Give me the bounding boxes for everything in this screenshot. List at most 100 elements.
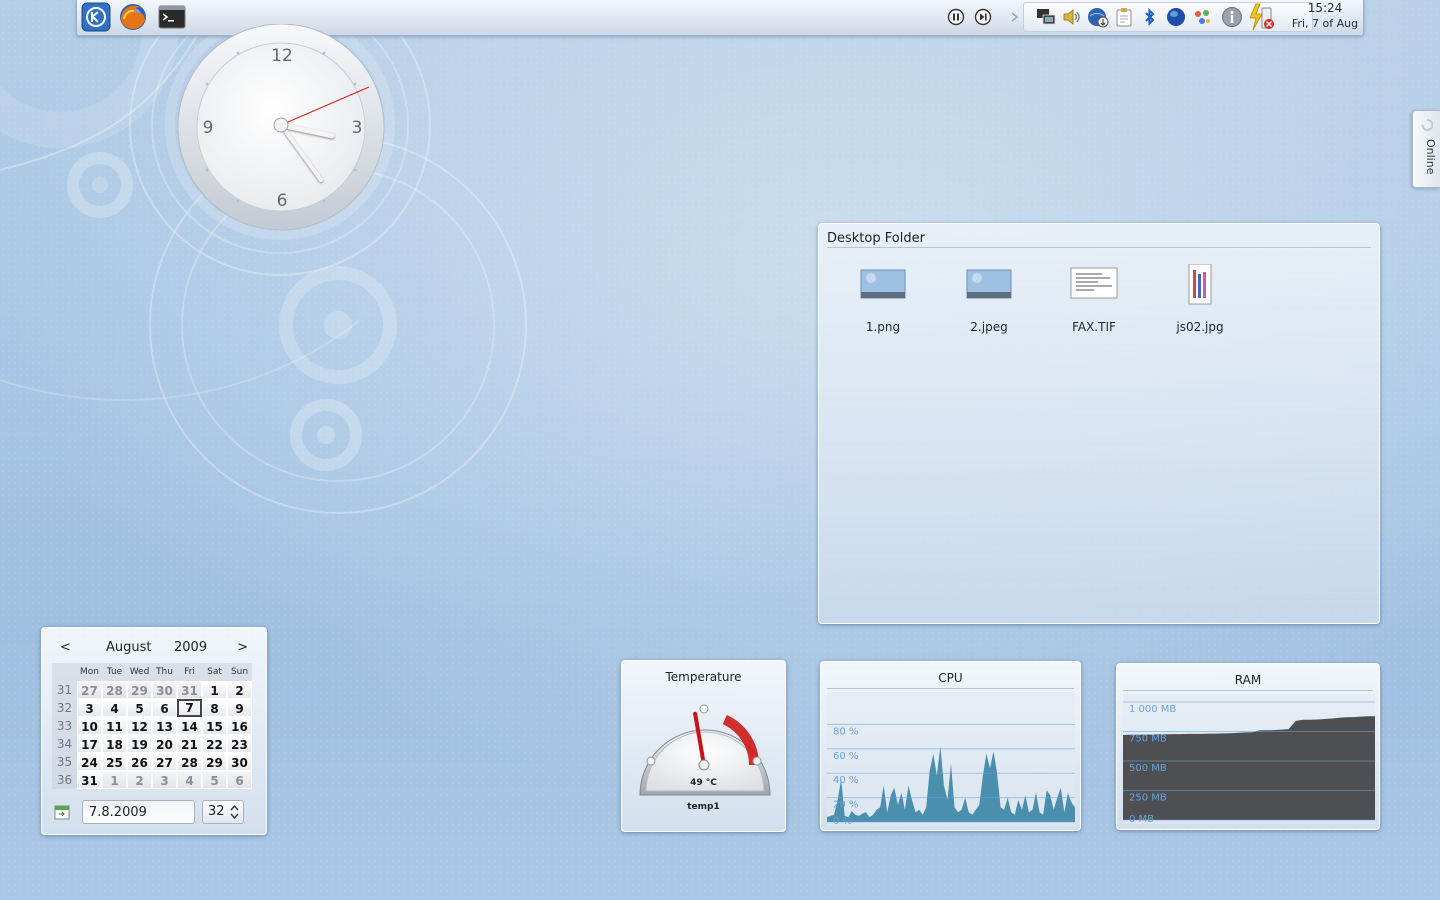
calendar-day[interactable]: 28	[102, 681, 127, 699]
panel-clock-date[interactable]: Fri, 7 of Aug	[1283, 17, 1367, 30]
cpu-title: CPU	[938, 671, 963, 685]
folder-divider	[827, 247, 1371, 248]
refresh-icon	[1421, 119, 1433, 131]
calendar-day[interactable]: 25	[102, 753, 127, 771]
calendar-month[interactable]: August	[106, 640, 152, 655]
calendar-day[interactable]: 30	[227, 753, 252, 771]
cpu-monitor-widget[interactable]: CPU 80 % 60 % 40 % 20 % 0 %	[820, 661, 1081, 831]
calendar-day[interactable]: 27	[77, 681, 102, 699]
weekday-header: Wed	[127, 663, 152, 681]
tray-expand-icon[interactable]	[1010, 10, 1020, 24]
graph-axis-label: 250 MB	[1129, 793, 1167, 804]
prev-month-button[interactable]: <	[60, 640, 71, 655]
panel-clock-time[interactable]: 15:24	[1289, 1, 1361, 15]
calendar-day[interactable]: 6	[152, 699, 177, 717]
calendar-day[interactable]: 22	[202, 735, 227, 753]
ram-monitor-widget[interactable]: RAM 1 000 MB 750 MB 500 MB 250 MB 0 MB	[1116, 663, 1380, 830]
calendar-day[interactable]: 21	[177, 735, 202, 753]
next-track-icon[interactable]	[974, 8, 992, 26]
file-item[interactable]: js02.jpg	[1160, 263, 1240, 334]
calendar-day[interactable]: 5	[202, 771, 227, 789]
calendar-day[interactable]: 13	[152, 717, 177, 735]
calendar-day[interactable]: 6	[227, 771, 252, 789]
calendar-widget[interactable]: < August 2009 > Mon Tue Wed Thu Fri Sat Sun 31 2…	[41, 627, 267, 835]
clock-numeral-3: 3	[352, 118, 363, 138]
calendar-day[interactable]: 1	[202, 681, 227, 699]
battery-power-icon[interactable]	[1247, 2, 1275, 32]
globe-icon[interactable]	[1165, 6, 1187, 28]
info-icon[interactable]	[1221, 6, 1243, 28]
clipboard-icon[interactable]	[1113, 6, 1135, 28]
color-dots-icon[interactable]	[1191, 6, 1213, 28]
temperature-monitor-widget[interactable]: Temperature 49 °C temp1	[621, 660, 786, 832]
desktop-folder-widget[interactable]: Desktop Folder 1.png 2.jpeg FAX.TIF js02…	[818, 223, 1380, 624]
file-item[interactable]: FAX.TIF	[1054, 264, 1134, 334]
week-number-spinbox[interactable]: 32	[202, 800, 244, 824]
calendar-day[interactable]: 29	[202, 753, 227, 771]
date-input[interactable]	[82, 800, 195, 824]
calendar-day[interactable]: 28	[177, 753, 202, 771]
calendar-day[interactable]: 24	[77, 753, 102, 771]
online-panel-tab[interactable]: Online	[1412, 110, 1440, 188]
calendar-grid: Mon Tue Wed Thu Fri Sat Sun 31 27 28 29 30 31 1 2 32 3 4 5…	[52, 663, 253, 789]
bluetooth-icon[interactable]	[1139, 6, 1161, 28]
calendar-day[interactable]: 18	[102, 735, 127, 753]
calendar-day[interactable]: 9	[227, 699, 252, 717]
graph-axis-label: 40 %	[833, 775, 858, 786]
graph-axis-label: 0 %	[833, 816, 852, 826]
cpu-title-divider	[827, 688, 1074, 689]
calendar-day[interactable]: 1	[102, 771, 127, 789]
network-icon[interactable]	[1035, 6, 1057, 28]
calendar-day[interactable]: 4	[177, 771, 202, 789]
folder-title: Desktop Folder	[827, 231, 925, 246]
globe-download-icon[interactable]	[1087, 6, 1109, 28]
calendar-day[interactable]: 12	[127, 717, 152, 735]
file-name: 1.png	[865, 320, 901, 334]
calendar-day[interactable]: 30	[152, 681, 177, 699]
graph-axis-label: 20 %	[833, 800, 858, 811]
calendar-day[interactable]: 31	[77, 771, 102, 789]
calendar-day[interactable]: 16	[227, 717, 252, 735]
graph-axis-label: 1 000 MB	[1129, 704, 1176, 715]
pause-icon[interactable]	[947, 8, 965, 26]
calendar-day[interactable]: 5	[127, 699, 152, 717]
calendar-day[interactable]: 19	[127, 735, 152, 753]
calendar-day[interactable]: 17	[77, 735, 102, 753]
volume-icon[interactable]	[1061, 6, 1083, 28]
calendar-day[interactable]: 2	[227, 681, 252, 699]
calendar-day[interactable]: 14	[177, 717, 202, 735]
kde-menu-icon[interactable]	[81, 2, 111, 32]
file-item[interactable]: 1.png	[843, 264, 923, 334]
graph-axis-label: 60 %	[833, 751, 858, 762]
calendar-day[interactable]: 10	[77, 717, 102, 735]
week-number-value: 32	[208, 804, 225, 819]
calendar-day[interactable]: 31	[177, 681, 202, 699]
firefox-icon[interactable]	[118, 2, 148, 32]
calendar-day[interactable]: 15	[202, 717, 227, 735]
calendar-today-icon[interactable]	[54, 804, 70, 820]
ram-title-divider	[1123, 690, 1373, 691]
calendar-day[interactable]: 8	[202, 699, 227, 717]
calendar-day[interactable]: 23	[227, 735, 252, 753]
image-thumbnail-icon	[843, 264, 923, 312]
calendar-day[interactable]: 26	[127, 753, 152, 771]
analog-clock-widget[interactable]: 12 3 6 9	[176, 24, 386, 234]
online-tab-label: Online	[1424, 139, 1437, 175]
spin-arrows-icon[interactable]	[230, 804, 239, 820]
calendar-day[interactable]: 7	[177, 699, 202, 717]
ram-usage-graph: 1 000 MB 750 MB 500 MB 250 MB 0 MB	[1123, 694, 1375, 824]
calendar-day[interactable]: 29	[127, 681, 152, 699]
week-number: 33	[52, 717, 77, 735]
calendar-day[interactable]: 3	[77, 699, 102, 717]
file-item[interactable]: 2.jpeg	[949, 264, 1029, 334]
calendar-day[interactable]: 4	[102, 699, 127, 717]
calendar-day[interactable]: 27	[152, 753, 177, 771]
next-month-button[interactable]: >	[237, 640, 248, 655]
calendar-year[interactable]: 2009	[174, 640, 207, 655]
calendar-day[interactable]: 3	[152, 771, 177, 789]
week-column-header	[52, 663, 77, 681]
calendar-day[interactable]: 20	[152, 735, 177, 753]
calendar-day[interactable]: 2	[127, 771, 152, 789]
calendar-day[interactable]: 11	[102, 717, 127, 735]
weekday-header: Mon	[77, 663, 102, 681]
